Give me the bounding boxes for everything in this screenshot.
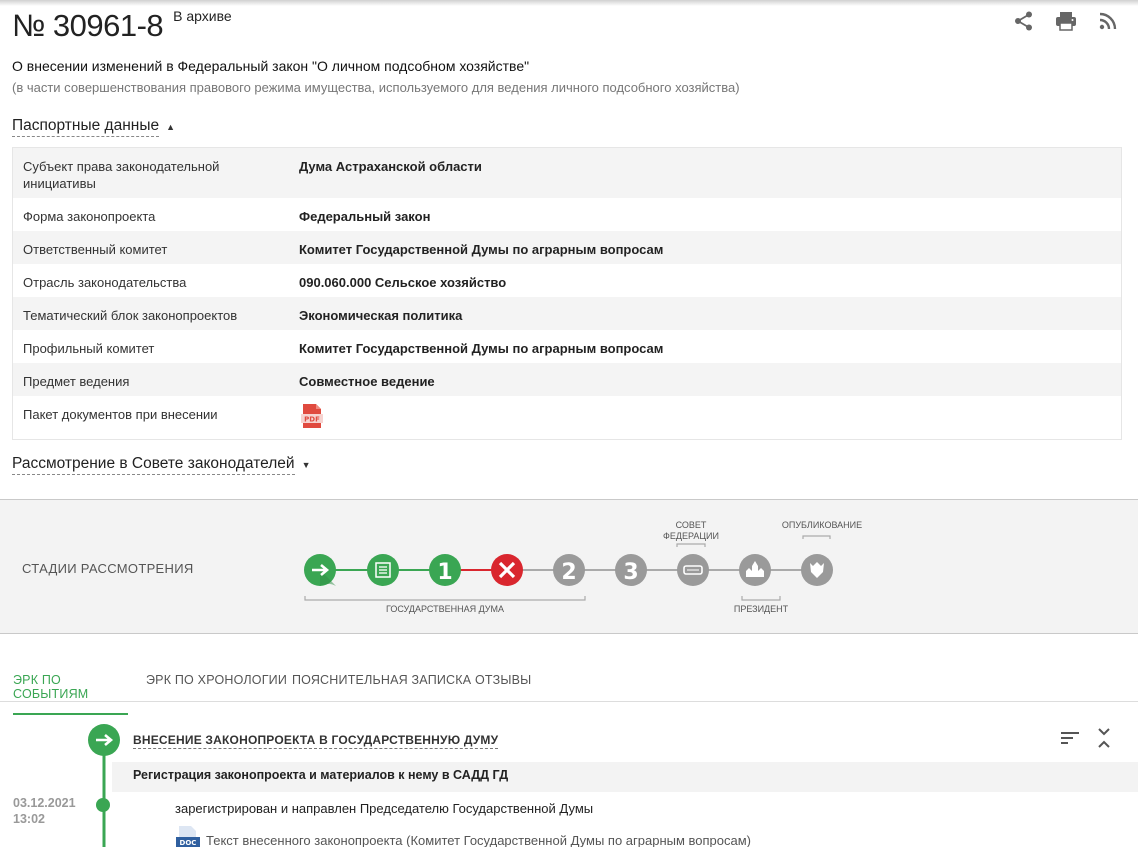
passport-row: Отрасль законодательства 090.060.000 Сел… — [13, 264, 1121, 297]
passport-row: Пакет документов при внесении PDF — [13, 396, 1121, 439]
passport-key: Ответственный комитет — [23, 242, 168, 257]
bill-subtitle: (в части совершенствования правового реж… — [12, 80, 740, 95]
council-toggle-label: Рассмотрение в Совете законодателей — [12, 455, 295, 475]
duma-label: ГОСУДАРСТВЕННАЯ ДУМА — [386, 604, 504, 614]
passport-value: Комитет Государственной Думы по аграрным… — [299, 341, 664, 356]
stage-third-reading[interactable]: 3 — [615, 554, 647, 586]
stages-panel: СТАДИИ РАССМОТРЕНИЯ ГОСУДАРСТВЕННАЯ ДУМА… — [0, 499, 1138, 634]
event-heading[interactable]: ВНЕСЕНИЕ ЗАКОНОПРОЕКТА В ГОСУДАРСТВЕННУЮ… — [133, 733, 499, 749]
federation-label-1: СОВЕТ — [676, 520, 707, 530]
passport-key: Профильный комитет — [23, 341, 155, 356]
passport-value: Дума Астраханской области — [299, 159, 482, 174]
svg-text:3: 3 — [623, 560, 638, 585]
sort-icon[interactable] — [1060, 727, 1080, 749]
stage-federation-council[interactable] — [677, 554, 709, 586]
duma-bracket — [304, 596, 586, 601]
doc-file-icon: DOC — [176, 826, 200, 847]
collapse-icon[interactable] — [1094, 727, 1114, 749]
stage-second-reading[interactable]: 2 — [553, 554, 585, 586]
event-time: 13:02 — [13, 812, 45, 826]
passport-key: Отрасль законодательства — [23, 275, 187, 290]
archive-status: В архиве — [173, 8, 232, 24]
document-link[interactable]: DOC Текст внесенного законопроекта (Коми… — [175, 826, 751, 847]
published-bracket — [802, 535, 831, 539]
stage-preliminary[interactable] — [367, 554, 399, 586]
caret-down-icon: ▼ — [301, 460, 311, 470]
tab-reviews[interactable]: ОТЗЫВЫ — [475, 673, 531, 699]
federation-label-2: ФЕДЕРАЦИИ — [663, 531, 719, 541]
passport-value: Совместное ведение — [299, 374, 435, 389]
stage-president[interactable] — [739, 554, 771, 586]
passport-row: Субъект права законодательной инициативы… — [13, 148, 1121, 198]
svg-text:1: 1 — [437, 560, 452, 585]
passport-row: Предмет ведения Совместное ведение — [13, 363, 1121, 396]
passport-value: PDF — [299, 396, 1121, 439]
timeline-tools — [1060, 727, 1114, 749]
passport-key: Тематический блок законопроектов — [23, 308, 238, 323]
svg-text:PDF: PDF — [304, 415, 320, 423]
bill-title: О внесении изменений в Федеральный закон… — [12, 58, 530, 74]
passport-table: Субъект права законодательной инициативы… — [12, 147, 1122, 440]
passport-key: Предмет ведения — [23, 374, 130, 389]
federation-bracket — [676, 543, 706, 547]
event-datetime: 03.12.2021 13:02 — [13, 795, 76, 827]
stages-diagram: ГОСУДАРСТВЕННАЯ ДУМА СОВЕТ ФЕДЕРАЦИИ ОПУ… — [304, 520, 862, 614]
event-description: зарегистрирован и направлен Председателю… — [175, 801, 594, 816]
event-submission-icon — [88, 724, 120, 756]
passport-value: Экономическая политика — [299, 308, 463, 323]
top-toolbar — [1012, 10, 1120, 32]
passport-key: Пакет документов при внесении — [23, 407, 218, 422]
caret-up-icon: ▲ — [166, 122, 175, 132]
share-icon[interactable] — [1012, 10, 1036, 32]
stage-rejected[interactable] — [491, 554, 523, 586]
bill-header: № 30961-8 В архиве — [12, 8, 232, 44]
tabs-bar: ЭРК ПО СОБЫТИЯМ ЭРК ПО ХРОНОЛОГИИ ПОЯСНИ… — [0, 663, 1138, 715]
published-label: ОПУБЛИКОВАНИЕ — [782, 520, 862, 530]
print-icon[interactable] — [1054, 10, 1078, 32]
tab-explanatory-note[interactable]: ПОЯСНИТЕЛЬНАЯ ЗАПИСКА — [292, 673, 471, 699]
stage-submission[interactable] — [304, 554, 336, 586]
passport-row: Ответственный комитет Комитет Государств… — [13, 231, 1121, 264]
president-bracket — [741, 596, 781, 601]
passport-key: Форма законопроекта — [23, 209, 156, 224]
svg-text:2: 2 — [561, 560, 576, 585]
passport-row: Форма законопроекта Федеральный закон — [13, 198, 1121, 231]
passport-key: Субъект права законодательной инициативы — [23, 159, 220, 191]
passport-value: 090.060.000 Сельское хозяйство — [299, 275, 507, 290]
sub-event-title: Регистрация законопроекта и материалов к… — [133, 768, 509, 782]
tab-chronology[interactable]: ЭРК ПО ХРОНОЛОГИИ — [146, 673, 287, 699]
bill-number: № 30961-8 — [12, 8, 164, 43]
svg-text:DOC: DOC — [180, 839, 197, 847]
passport-value: Федеральный закон — [299, 209, 431, 224]
timeline-dot — [96, 798, 110, 812]
pdf-file-icon[interactable]: PDF — [299, 403, 325, 433]
stage-publication[interactable] — [801, 554, 833, 586]
passport-value: Комитет Государственной Думы по аграрным… — [299, 242, 664, 257]
rss-icon[interactable] — [1096, 10, 1120, 32]
passport-toggle[interactable]: Паспортные данные ▲ — [12, 117, 175, 137]
passport-row: Тематический блок законопроектов Экономи… — [13, 297, 1121, 330]
event-date: 03.12.2021 — [13, 796, 76, 810]
passport-toggle-label: Паспортные данные — [12, 117, 160, 137]
stage-first-reading[interactable]: 1 — [429, 554, 461, 586]
president-label: ПРЕЗИДЕНТ — [734, 604, 789, 614]
passport-row: Профильный комитет Комитет Государственн… — [13, 330, 1121, 363]
council-toggle[interactable]: Рассмотрение в Совете законодателей ▼ — [12, 455, 310, 475]
top-shadow — [0, 0, 1138, 6]
document-title: Текст внесенного законопроекта (Комитет … — [206, 832, 752, 847]
